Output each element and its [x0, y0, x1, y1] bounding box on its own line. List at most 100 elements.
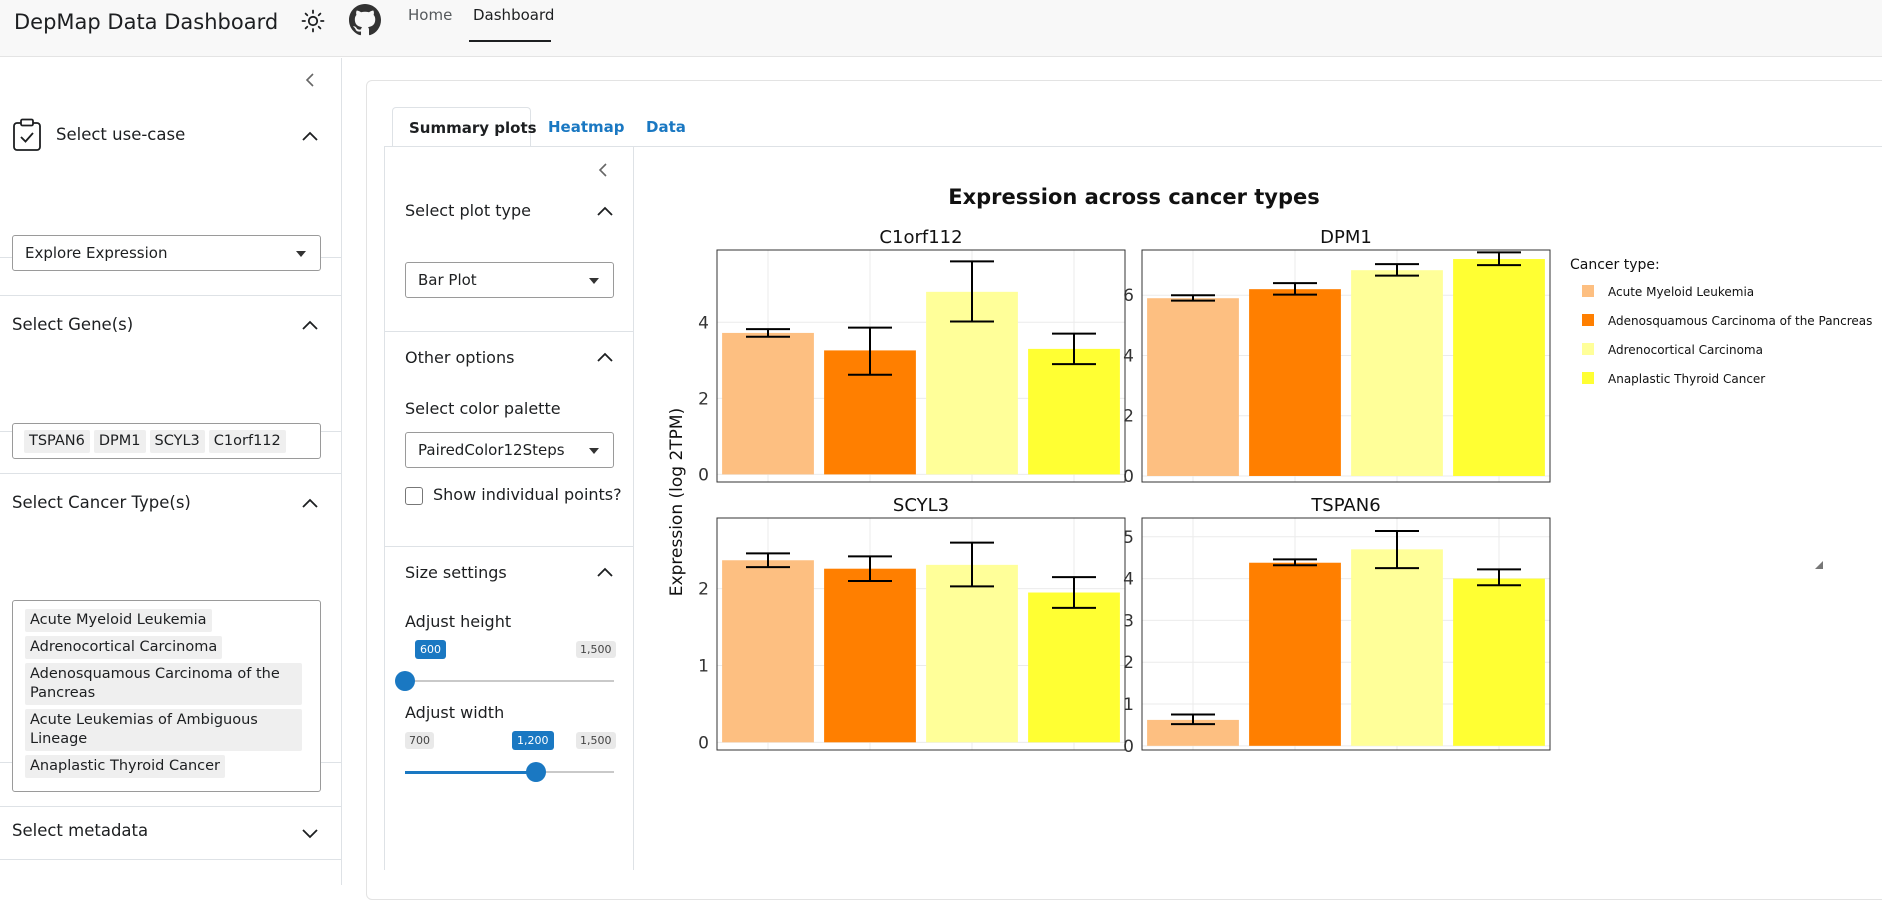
- y-tick-label: 0: [1123, 467, 1134, 487]
- nav-link-home[interactable]: Home: [408, 6, 452, 24]
- y-tick-label: 1: [1123, 695, 1134, 715]
- dropdown-caret-icon: [296, 251, 306, 257]
- y-tick-label: 1: [698, 656, 709, 676]
- active-nav-indicator: [469, 40, 551, 42]
- color-palette-value: PairedColor12Steps: [418, 441, 565, 459]
- bar: [722, 332, 814, 475]
- metadata-section: Select metadata: [0, 806, 341, 860]
- sidebar-collapse-chevron-left-icon[interactable]: [300, 70, 320, 90]
- metadata-header[interactable]: Select metadata: [0, 807, 341, 861]
- y-tick-label: 0: [1123, 737, 1134, 757]
- y-tick-label: 4: [698, 313, 709, 333]
- use-case-header[interactable]: Select use-case: [0, 108, 341, 164]
- plot-options-sidebar: Select plot type Bar Plot Other options …: [384, 147, 634, 870]
- cancer-type-header[interactable]: Select Cancer Type(s): [0, 474, 341, 530]
- cancer-type-chip[interactable]: Adenosquamous Carcinoma of the Pancreas: [25, 663, 302, 705]
- gene-title: Select Gene(s): [12, 315, 134, 334]
- cancer-type-chip[interactable]: Adrenocortical Carcinoma: [25, 636, 223, 659]
- cancer-type-chip[interactable]: Anaplastic Thyroid Cancer: [25, 755, 226, 778]
- other-options-section: Other options Select color palette Paire…: [385, 332, 634, 547]
- chevron-up-icon[interactable]: [594, 561, 616, 583]
- legend-swatch: [1582, 343, 1594, 355]
- width-min-tick: 700: [405, 732, 434, 749]
- bar: [722, 560, 814, 743]
- y-tick-label: 0: [698, 733, 709, 753]
- chevron-up-icon[interactable]: [299, 125, 321, 147]
- cancer-type-chip[interactable]: Acute Leukemias of Ambiguous Lineage: [25, 709, 302, 751]
- bar: [1351, 270, 1443, 476]
- gene-chip[interactable]: TSPAN6: [24, 430, 90, 453]
- height-value-badge: 600: [415, 640, 446, 659]
- size-settings-section: Size settings Adjust height 600 1,500 Ad…: [385, 547, 634, 870]
- gene-header[interactable]: Select Gene(s): [0, 296, 341, 352]
- gene-chip[interactable]: DPM1: [93, 430, 146, 453]
- legend-swatch: [1582, 372, 1594, 384]
- height-max-tick: 1,500: [576, 641, 616, 658]
- y-tick-label: 0: [698, 465, 709, 485]
- tab-heatmap[interactable]: Heatmap: [532, 107, 641, 147]
- plot-type-select[interactable]: Bar Plot: [405, 262, 614, 298]
- legend-label: Anaplastic Thyroid Cancer: [1608, 372, 1765, 386]
- chart-title: Expression across cancer types: [948, 185, 1320, 209]
- panel-title: C1orf112: [879, 227, 962, 248]
- metadata-title: Select metadata: [12, 821, 149, 840]
- options-collapse-chevron-left-icon[interactable]: [593, 160, 613, 180]
- legend-label: Adenosquamous Carcinoma of the Pancreas: [1608, 314, 1872, 328]
- use-case-select[interactable]: Explore Expression: [12, 235, 321, 271]
- tab-summary-plots[interactable]: Summary plots: [392, 107, 537, 147]
- height-slider-track[interactable]: [405, 680, 614, 682]
- size-settings-title: Size settings: [405, 563, 507, 582]
- gene-section: Select Gene(s) TSPAN6 DPM1 SCYL3 C1orf112: [0, 295, 341, 459]
- cancer-type-select[interactable]: Acute Myeloid Leukemia Adrenocortical Ca…: [12, 600, 321, 792]
- y-tick-label: 2: [698, 580, 709, 600]
- legend-label: Adrenocortical Carcinoma: [1608, 343, 1763, 357]
- y-tick-label: 2: [1123, 653, 1134, 673]
- app-brand: DepMap Data Dashboard: [14, 10, 279, 34]
- height-slider-thumb[interactable]: [395, 671, 415, 691]
- gene-select[interactable]: TSPAN6 DPM1 SCYL3 C1orf112: [12, 423, 321, 459]
- legend-title: Cancer type:: [1570, 257, 1660, 273]
- panel-title: SCYL3: [893, 495, 949, 516]
- plot-type-value: Bar Plot: [418, 271, 477, 289]
- plot-type-header[interactable]: Select plot type: [385, 187, 634, 237]
- gene-chip[interactable]: C1orf112: [208, 430, 286, 453]
- plot-area: Expression across cancer types Expression…: [634, 147, 1882, 870]
- cancer-type-chip[interactable]: Acute Myeloid Leukemia: [25, 609, 212, 632]
- y-tick-label: 5: [1123, 528, 1134, 548]
- github-icon[interactable]: [348, 3, 382, 37]
- gene-chip[interactable]: SCYL3: [149, 430, 205, 453]
- cancer-type-section: Select Cancer Type(s) Acute Myeloid Leuk…: [0, 473, 341, 792]
- color-palette-select[interactable]: PairedColor12Steps: [405, 432, 614, 468]
- dropdown-caret-icon: [589, 278, 599, 284]
- use-case-section: Select use-case Explore Expression: [0, 108, 341, 271]
- show-points-checkbox[interactable]: [405, 487, 423, 505]
- dropdown-caret-icon: [589, 448, 599, 454]
- legend-swatch: [1582, 314, 1594, 326]
- other-options-header[interactable]: Other options: [385, 332, 634, 382]
- nav-link-dashboard[interactable]: Dashboard: [473, 6, 554, 24]
- chevron-up-icon[interactable]: [594, 346, 616, 368]
- chevron-up-icon[interactable]: [299, 314, 321, 336]
- width-slider-thumb[interactable]: [525, 762, 546, 782]
- chevron-up-icon[interactable]: [594, 200, 616, 222]
- bar: [1453, 259, 1545, 476]
- width-slider-fill: [405, 771, 536, 774]
- color-palette-label: Select color palette: [405, 399, 561, 418]
- plot-type-title: Select plot type: [405, 201, 531, 220]
- navbar: DepMap Data Dashboard Home Dashboard: [0, 0, 1882, 57]
- tab-data[interactable]: Data: [630, 107, 702, 147]
- chevron-down-icon[interactable]: [299, 822, 321, 844]
- sidebar: Select use-case Explore Expression Selec…: [0, 58, 342, 885]
- bar: [1351, 549, 1443, 746]
- resize-handle-icon[interactable]: [1814, 555, 1824, 569]
- y-tick-label: 3: [1123, 611, 1134, 631]
- use-case-title: Select use-case: [56, 125, 186, 144]
- bar: [1147, 298, 1239, 476]
- chevron-up-icon[interactable]: [299, 492, 321, 514]
- legend-label: Acute Myeloid Leukemia: [1608, 285, 1754, 299]
- theme-toggle-sun-icon[interactable]: [298, 5, 328, 37]
- size-settings-header[interactable]: Size settings: [385, 547, 634, 597]
- height-slider-label: Adjust height: [405, 612, 512, 631]
- width-value-badge: 1,200: [512, 731, 554, 750]
- y-axis-label: Expression (log 2TPM): [667, 408, 687, 596]
